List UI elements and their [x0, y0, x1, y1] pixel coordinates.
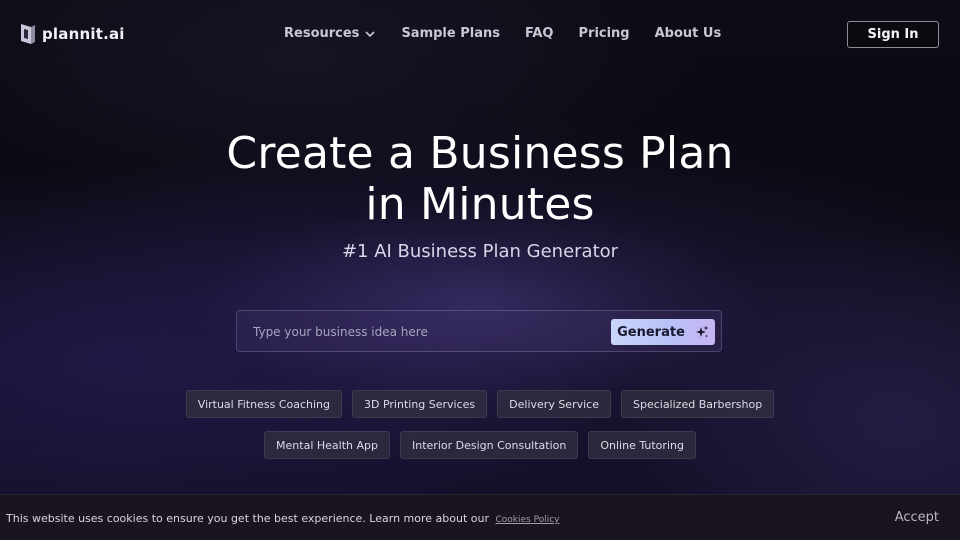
- sign-in-button[interactable]: Sign In: [847, 21, 939, 48]
- logo-text: plannit.ai: [42, 25, 125, 43]
- suggestion-chips-row-2: Mental Health App Interior Design Consul…: [0, 431, 960, 459]
- suggestion-chips-row-1: Virtual Fitness Coaching 3D Printing Ser…: [0, 390, 960, 418]
- nav-resources[interactable]: Resources: [284, 26, 376, 41]
- accept-cookies-button[interactable]: Accept: [895, 510, 939, 525]
- suggestion-chip[interactable]: Virtual Fitness Coaching: [185, 390, 342, 418]
- logo[interactable]: plannit.ai: [20, 23, 125, 45]
- cookie-message: This website uses cookies to ensure you …: [6, 512, 489, 525]
- nav-resources-label: Resources: [284, 26, 360, 41]
- nav-faq[interactable]: FAQ: [525, 26, 554, 41]
- hero-title: Create a Business Plan in Minutes: [0, 128, 960, 230]
- hero-subtitle: #1 AI Business Plan Generator: [341, 241, 619, 262]
- top-navigation-bar: plannit.ai Resources Sample Plans FAQ Pr…: [0, 0, 960, 68]
- nav-pricing[interactable]: Pricing: [579, 26, 630, 41]
- cookies-policy-link[interactable]: Cookies Policy: [496, 515, 560, 525]
- chevron-down-icon: [365, 30, 376, 37]
- plannit-logo-icon: [21, 24, 35, 44]
- suggestion-chip[interactable]: Mental Health App: [264, 431, 390, 459]
- sparkles-icon: [695, 325, 709, 338]
- generate-button[interactable]: Generate: [611, 319, 715, 345]
- business-idea-input[interactable]: [251, 311, 605, 353]
- suggestion-chip[interactable]: Specialized Barbershop: [620, 390, 775, 418]
- nav-about-us[interactable]: About Us: [655, 26, 722, 41]
- suggestion-chip[interactable]: Delivery Service: [497, 390, 611, 418]
- cookie-banner-text: This website uses cookies to ensure you …: [6, 512, 559, 525]
- business-idea-search-bar: Generate: [236, 310, 722, 353]
- landing-page: plannit.ai Resources Sample Plans FAQ Pr…: [0, 0, 960, 540]
- suggestion-chip[interactable]: 3D Printing Services: [352, 390, 488, 418]
- main-nav: Resources Sample Plans FAQ Pricing About…: [284, 26, 721, 41]
- suggestion-chip[interactable]: Interior Design Consultation: [400, 431, 579, 459]
- hero-title-line-2: in Minutes: [365, 179, 595, 230]
- cookie-banner: This website uses cookies to ensure you …: [0, 494, 960, 540]
- hero-title-line-1: Create a Business Plan: [226, 128, 734, 179]
- generate-button-label: Generate: [617, 324, 685, 340]
- nav-sample-plans[interactable]: Sample Plans: [401, 26, 500, 41]
- suggestion-chip[interactable]: Online Tutoring: [588, 431, 696, 459]
